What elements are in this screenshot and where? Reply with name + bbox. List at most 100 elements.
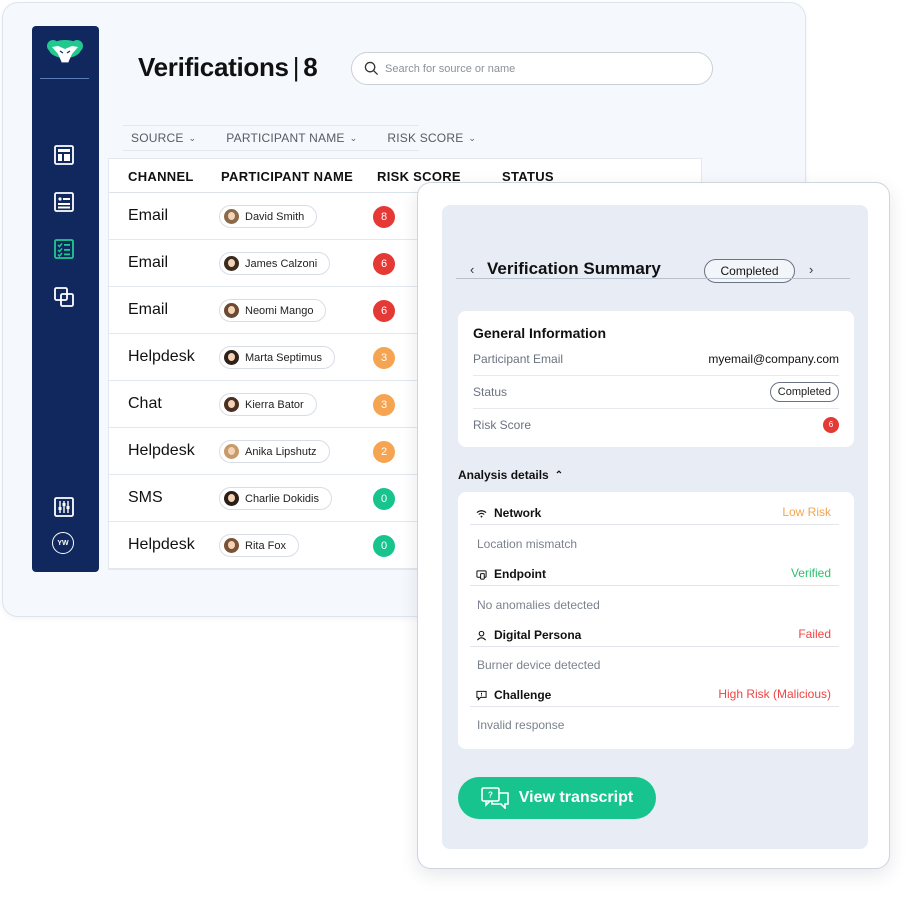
participant-name: Marta Septimus <box>245 351 323 364</box>
sheep-logo-icon[interactable] <box>44 38 86 70</box>
search-box[interactable] <box>351 52 713 85</box>
field-label: Participant Email <box>473 352 564 366</box>
participant-avatar <box>224 303 239 318</box>
participant-name: Neomi Mango <box>245 304 314 317</box>
chevron-up-icon: ⌃ <box>554 469 564 481</box>
channel-cell: Chat <box>128 395 162 412</box>
checklist-icon[interactable] <box>52 237 76 261</box>
analysis-name: Endpoint <box>476 567 546 581</box>
participant-chip[interactable]: Anika Lipshutz <box>219 440 330 463</box>
analysis-name: Challenge <box>476 688 551 702</box>
risk-score-row: Risk Score 6 <box>473 408 839 441</box>
risk-score-badge: 8 <box>373 206 395 228</box>
analysis-detail: No anomalies detected <box>477 598 600 612</box>
participant-email-row: Participant Email myemail@company.com <box>473 343 839 376</box>
chevron-down-icon: ⌄ <box>188 132 197 143</box>
analysis-detail: Location mismatch <box>477 537 578 551</box>
field-label: Status <box>473 385 508 399</box>
copy-icon[interactable] <box>52 285 76 309</box>
divider <box>456 278 850 279</box>
sidebar: YW <box>32 26 99 572</box>
filter-source[interactable]: SOURCE ⌄ <box>131 131 196 145</box>
analysis-name-text: Challenge <box>494 688 552 702</box>
participant-avatar <box>224 491 239 506</box>
participant-avatar <box>224 256 239 271</box>
analysis-name: Network <box>476 506 541 520</box>
status-row: Status Completed <box>473 376 839 409</box>
divider <box>470 524 839 525</box>
analysis-name-text: Network <box>494 506 542 520</box>
participant-avatar <box>224 209 239 224</box>
filter-label: SOURCE <box>131 131 184 145</box>
title-separator: | <box>292 52 300 82</box>
search-input[interactable] <box>385 62 685 75</box>
page-title-text: Verifications <box>138 52 289 82</box>
analysis-row-digital-persona: Digital Persona Failed <box>470 614 839 647</box>
filter-bar: SOURCE ⌄ PARTICIPANT NAME ⌄ RISK SCORE ⌄ <box>123 125 476 151</box>
dashboard-icon[interactable] <box>52 143 76 167</box>
wifi-icon <box>476 509 487 517</box>
participant-name: Anika Lipshutz <box>245 445 317 458</box>
filter-label: PARTICIPANT NAME <box>226 131 345 145</box>
analysis-details-card: Network Low Risk Location mismatch Endpo… <box>458 492 854 749</box>
analysis-detail: Burner device detected <box>477 658 601 672</box>
risk-score-badge: 6 <box>373 253 395 275</box>
channel-cell: SMS <box>128 489 163 506</box>
participant-avatar <box>224 397 239 412</box>
participant-chip[interactable]: James Calzoni <box>219 252 331 275</box>
risk-score-badge: 0 <box>373 488 395 510</box>
chat-icon <box>476 690 487 701</box>
risk-score-badge: 2 <box>373 441 395 463</box>
participant-name: Charlie Dokidis <box>245 492 319 505</box>
participant-chip[interactable]: Marta Septimus <box>219 346 336 369</box>
sliders-icon[interactable] <box>52 495 76 519</box>
column-header-channel[interactable]: CHANNEL <box>128 169 194 184</box>
analysis-row-challenge: Challenge High Risk (Malicious) <box>470 674 839 707</box>
analysis-status: High Risk (Malicious) <box>718 687 831 701</box>
participant-avatar <box>224 350 239 365</box>
verification-count: 8 <box>303 52 318 82</box>
view-transcript-button[interactable]: ? View transcript <box>458 777 656 819</box>
filter-participant-name[interactable]: PARTICIPANT NAME ⌄ <box>226 131 357 145</box>
page-title: Verifications | 8 <box>138 52 318 83</box>
analysis-detail: Invalid response <box>477 718 565 732</box>
summary-title: Verification Summary <box>487 259 661 278</box>
participant-name: Kierra Bator <box>245 398 304 411</box>
analysis-row-endpoint: Endpoint Verified <box>470 553 839 586</box>
device-icon <box>476 569 487 580</box>
participant-avatar <box>224 538 239 553</box>
summary-header: ‹ Verification Summary Completed › <box>442 250 868 300</box>
channel-cell: Helpdesk <box>128 348 195 365</box>
status-badge: Completed <box>704 259 795 283</box>
participant-chip[interactable]: Charlie Dokidis <box>219 487 332 510</box>
divider <box>470 706 839 707</box>
risk-score-badge: 3 <box>373 347 395 369</box>
participant-email-value: myemail@company.com <box>708 352 839 366</box>
participant-chip[interactable]: David Smith <box>219 205 318 228</box>
divider <box>470 646 839 647</box>
user-avatar[interactable]: YW <box>52 532 74 554</box>
column-header-participant-name[interactable]: PARTICIPANT NAME <box>221 169 353 184</box>
participant-chip[interactable]: Rita Fox <box>219 534 299 557</box>
channel-cell: Helpdesk <box>128 536 195 553</box>
channel-cell: Email <box>128 254 169 271</box>
field-label: Risk Score <box>473 417 532 432</box>
search-icon <box>364 61 379 76</box>
view-transcript-label: View transcript <box>518 789 634 806</box>
risk-score-badge: 6 <box>373 300 395 322</box>
id-card-icon[interactable] <box>52 190 76 214</box>
risk-score-badge: 6 <box>823 416 839 433</box>
summary-content: ‹ Verification Summary Completed › Gener… <box>442 205 868 849</box>
previous-arrow-icon[interactable]: ‹ <box>470 262 474 277</box>
participant-chip[interactable]: Kierra Bator <box>219 393 317 416</box>
next-arrow-icon[interactable]: › <box>809 262 813 277</box>
participant-chip[interactable]: Neomi Mango <box>219 299 327 322</box>
analysis-details-toggle[interactable]: Analysis details ⌃ <box>458 468 563 482</box>
chevron-down-icon: ⌄ <box>468 132 477 143</box>
analysis-status: Low Risk <box>782 505 831 519</box>
filter-risk-score[interactable]: RISK SCORE ⌄ <box>387 131 476 145</box>
general-information-card: General Information Participant Email my… <box>458 311 854 447</box>
user-icon <box>476 630 487 640</box>
stage: YW Verifications|8 SOURCE⌄ PARTICIPANT N… <box>0 0 922 907</box>
risk-score-badge: 3 <box>373 394 395 416</box>
